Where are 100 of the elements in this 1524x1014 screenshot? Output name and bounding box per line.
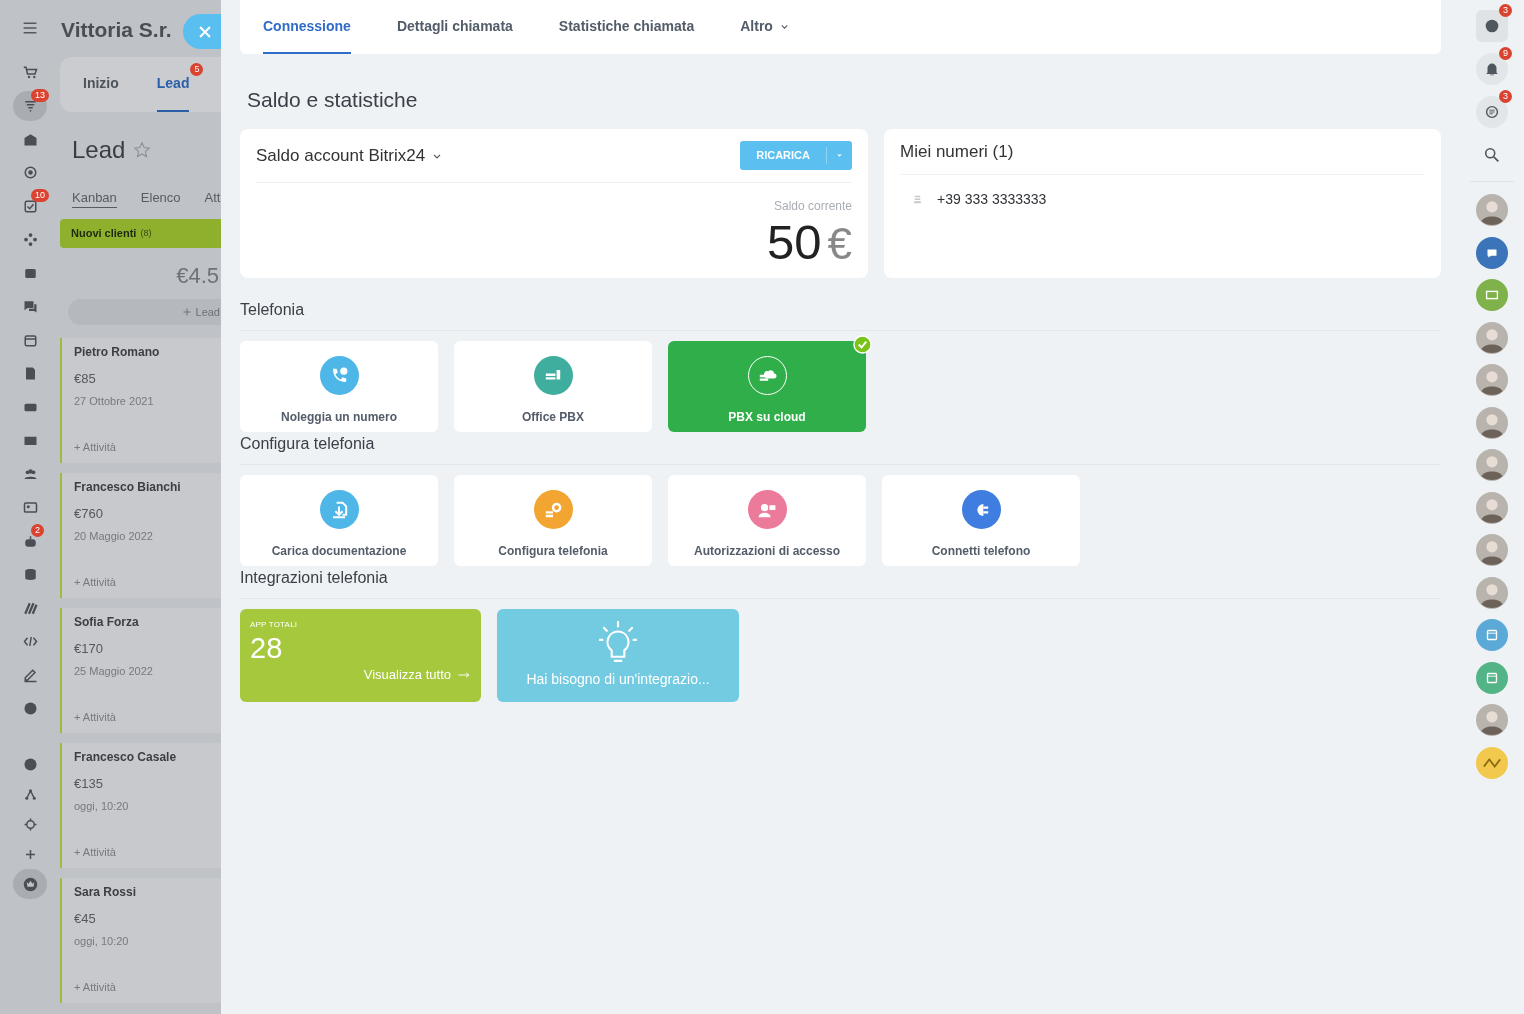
signature-icon (22, 667, 38, 683)
option-tile[interactable]: Noleggia un numero (240, 341, 438, 432)
slanted-stripes-icon (22, 600, 38, 616)
lead-date: oggi, 10:20 (74, 933, 130, 949)
balance-amount: 50 (767, 214, 822, 270)
add-activity-link[interactable]: + Attività (74, 978, 116, 995)
avatar[interactable] (1476, 491, 1508, 524)
column-name: Nuovi clienti (71, 226, 137, 242)
gear-icon (22, 816, 38, 832)
tab[interactable]: Inizio (83, 57, 119, 112)
lead-name: Pietro Romano (74, 344, 161, 361)
lead-amount: €760 (74, 505, 104, 523)
calendar-item[interactable] (1476, 619, 1508, 651)
nav-item[interactable]: 13 (13, 90, 47, 121)
checkbox-icon (22, 198, 38, 214)
code-icon (22, 634, 38, 649)
counter-badge: 10 (31, 189, 49, 202)
nav-item[interactable] (13, 869, 47, 899)
account-dropdown[interactable]: Saldo account Bitrix24 (256, 142, 444, 169)
option-tile[interactable]: Connetti telefono (882, 475, 1080, 566)
add-activity-link[interactable]: + Attività (74, 843, 116, 860)
avatar[interactable] (1476, 704, 1508, 736)
lead-name: Francesco Casale (74, 749, 178, 766)
lead-amount: €45 (74, 910, 97, 928)
option-tile[interactable]: Carica documentazione (240, 475, 438, 566)
group-chat-item[interactable] (1476, 236, 1508, 269)
avatar-icon (1476, 406, 1508, 439)
tab[interactable]: Connessione (263, 0, 351, 54)
sitemap-icon (22, 786, 38, 802)
avatar[interactable] (1476, 576, 1508, 609)
lead-date: 20 Maggio 2022 (74, 528, 154, 544)
lead-date: oggi, 10:20 (74, 798, 130, 814)
view-tab[interactable]: Att (204, 188, 221, 208)
section-heading: Telefonia (240, 300, 306, 318)
lead-name: Sara Rossi (74, 884, 138, 901)
avatar-icon (1476, 534, 1508, 566)
zigzag-logo-item[interactable] (1476, 746, 1508, 779)
counter-badge: 9 (1499, 47, 1512, 60)
filter-icon (22, 98, 38, 113)
avatar-icon (1476, 491, 1508, 524)
option-tile[interactable]: PBX su cloud (668, 341, 866, 432)
avatar[interactable] (1476, 194, 1508, 226)
contact-card-item[interactable] (1476, 279, 1508, 311)
avatar-icon (1476, 194, 1508, 226)
tab[interactable]: Altro (740, 0, 790, 54)
card-title: Miei numeri (1) (900, 129, 1425, 175)
chat-icon (1483, 103, 1501, 121)
avatar[interactable] (1476, 364, 1508, 396)
balance-label: Saldo corrente (773, 198, 852, 215)
nav-item[interactable]: 10 (13, 191, 47, 221)
view-tab[interactable]: Kanban (72, 187, 117, 209)
calendar-icon (22, 332, 38, 348)
avatar-icon (1476, 364, 1508, 396)
contact-card-icon (22, 500, 38, 515)
lead-amount: €85 (74, 370, 97, 388)
building-icon (22, 131, 38, 147)
target-icon (22, 165, 38, 180)
counter-badge: 3 (1499, 90, 1512, 103)
counter-badge: 2 (31, 524, 44, 537)
avatar[interactable] (1476, 449, 1508, 481)
section-heading: Saldo e statistiche (247, 87, 419, 109)
robot-icon (22, 533, 38, 549)
cylinder-icon (22, 567, 38, 582)
add-activity-link[interactable]: + Attività (74, 573, 116, 590)
lead-amount: €170 (74, 640, 104, 658)
counter-badge: 5 (190, 63, 204, 76)
add-activity-link[interactable]: + Attività (74, 438, 116, 455)
add-lead-button[interactable]: Lead (68, 299, 221, 325)
currency-symbol: € (827, 218, 852, 270)
section-heading: Configura telefonia (240, 434, 376, 452)
calendar-item[interactable] (1476, 661, 1508, 694)
section-heading: Integrazioni telefonia (240, 568, 389, 586)
menu-icon (22, 20, 38, 36)
tab[interactable]: Statistiche chiamata (558, 0, 695, 54)
avatar[interactable] (1476, 321, 1508, 354)
counter-badge: 13 (31, 88, 49, 102)
avatar[interactable] (1476, 406, 1508, 439)
avatar-icon (1476, 449, 1508, 481)
lead-name: Francesco Bianchi (74, 479, 182, 496)
add-activity-link[interactable]: + Attività (74, 708, 116, 725)
option-tile[interactable]: Configura telefonia (454, 475, 652, 566)
lightbulb-icon (597, 621, 639, 663)
option-tile[interactable]: Autorizzazioni di accesso (668, 475, 866, 566)
tab[interactable]: Dettagli chiamata (396, 0, 513, 54)
avatar[interactable] (1476, 534, 1508, 566)
option-tile[interactable]: Office PBX (454, 341, 652, 432)
cart-icon (22, 64, 38, 80)
search-icon (1483, 146, 1501, 164)
avatar-icon (1476, 704, 1508, 736)
dots-icon (22, 232, 38, 247)
tab[interactable]: Lead (156, 57, 190, 112)
view-tab[interactable]: Elenco (140, 188, 181, 208)
check-badge-icon (853, 335, 872, 354)
app-count: 28 (250, 631, 284, 665)
nav-item[interactable]: 2 (13, 526, 47, 556)
page-title: Lead (72, 135, 126, 165)
avatar-icon (1476, 576, 1508, 609)
crown-icon (22, 876, 38, 892)
tile-caption: APP TOTALI (250, 619, 299, 631)
chat-icon (22, 299, 38, 314)
